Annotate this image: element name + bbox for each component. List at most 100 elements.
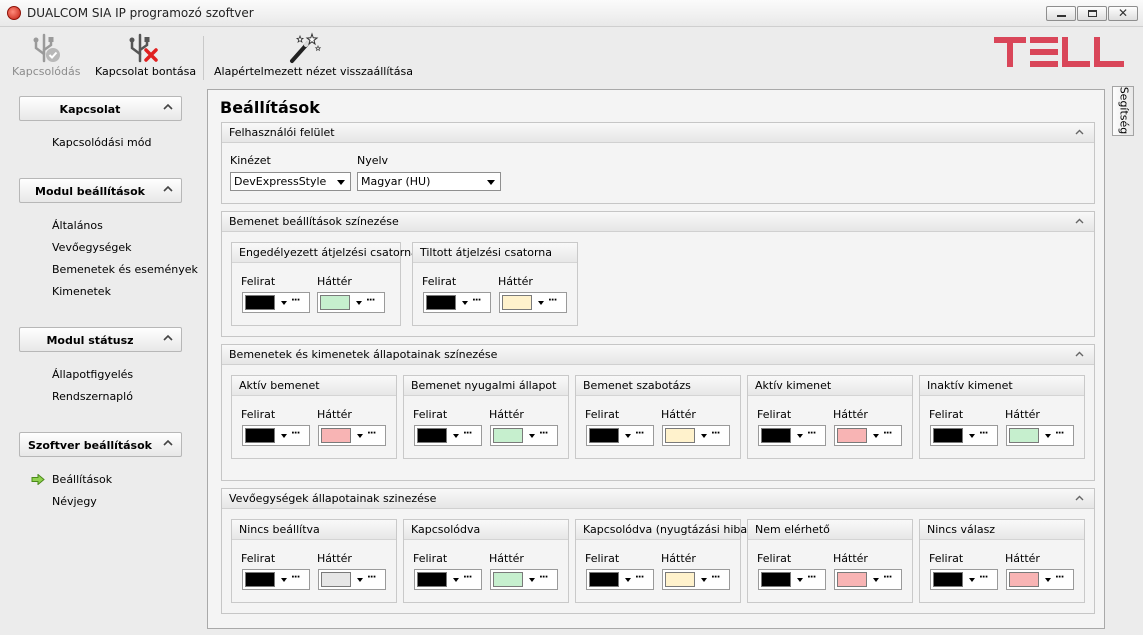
settings-panel: Beállítások Felhasználói felület Kinézet… [207,89,1105,629]
ellipsis-icon: ··· [291,572,300,583]
ellipsis-icon: ··· [979,428,988,439]
help-tab[interactable]: Segítség [1112,86,1134,136]
dropdown-arrow-icon [797,434,803,438]
dropdown-arrow-icon [625,578,631,582]
subgroup-title: Kapcsolódva (nyugtázási hiba) [583,523,752,536]
collapse-chevron-icon [1075,218,1084,224]
color-subgroup: Nincs válasz Felirat Háttér ··· ··· [919,519,1085,603]
color-swatch [493,572,523,587]
group-header[interactable]: Felhasználói felület [222,123,1094,143]
caption-label: Felirat [241,408,276,421]
ellipsis-icon: ··· [979,572,988,583]
background-label: Háttér [833,408,868,421]
skin-select[interactable]: DevExpressStyle [230,172,351,191]
caption-color-picker[interactable]: ··· [423,292,491,313]
nav-item-status-monitor[interactable]: Állapotfigyelés [52,368,133,381]
background-color-picker[interactable]: ··· [490,569,558,590]
window-title: DUALCOM SIA IP programozó szoftver [27,6,254,20]
subgroup-title: Engedélyezett átjelzési csatorna [239,246,418,259]
nav-section-module-status[interactable]: Modul státusz [19,327,182,352]
disconnect-button[interactable]: Kapcsolat bontása [95,30,197,82]
subgroup-title: Tiltott átjelzési csatorna [420,246,553,259]
ellipsis-icon: ··· [539,572,548,583]
nav-section-connection[interactable]: Kapcsolat [19,96,182,121]
subgroup-title: Aktív bemenet [239,379,320,392]
ellipsis-icon: ··· [711,428,720,439]
group-title: Bemenet beállítások színezése [229,215,399,228]
background-color-picker[interactable]: ··· [662,425,730,446]
background-color-picker[interactable]: ··· [490,425,558,446]
dropdown-arrow-icon [356,301,362,305]
color-swatch [933,572,963,587]
background-color-picker[interactable]: ··· [834,569,902,590]
color-swatch [502,295,532,310]
nav-section-software-settings[interactable]: Szoftver beállítások [19,432,182,457]
connect-button[interactable]: Kapcsolódás [12,30,82,82]
maximize-button[interactable] [1077,6,1107,21]
caption-color-picker[interactable]: ··· [242,569,310,590]
color-subgroup: Kapcsolódva (nyugtázási hiba) Felirat Hátt… [575,519,751,603]
caption-color-picker[interactable]: ··· [242,425,310,446]
collapse-chevron-icon [1075,495,1084,501]
caption-color-picker[interactable]: ··· [414,569,482,590]
color-swatch [426,295,456,310]
caption-color-picker[interactable]: ··· [414,425,482,446]
background-color-picker[interactable]: ··· [834,425,902,446]
caption-color-picker[interactable]: ··· [930,425,998,446]
language-select[interactable]: Magyar (HU) [357,172,501,191]
reset-view-button[interactable]: Alapértelmezett nézet visszaállítása [214,30,413,82]
background-color-picker[interactable]: ··· [318,569,386,590]
ellipsis-icon: ··· [367,428,376,439]
background-color-picker[interactable]: ··· [1006,569,1074,590]
group-header[interactable]: Bemenet beállítások színezése [222,212,1094,232]
nav-section-module-settings[interactable]: Modul beállítások [19,178,182,203]
background-color-picker[interactable]: ··· [318,425,386,446]
group-header[interactable]: Bemenetek és kimenetek állapotainak szín… [222,345,1094,365]
nav-item-system-log[interactable]: Rendszernapló [52,390,133,403]
minimize-icon [1057,15,1066,17]
page-title: Beállítások [220,98,320,117]
nav-item-about[interactable]: Névjegy [52,495,97,508]
background-color-picker[interactable]: ··· [317,292,385,313]
ellipsis-icon: ··· [883,572,892,583]
background-color-picker[interactable]: ··· [499,292,567,313]
caption-color-picker[interactable]: ··· [586,425,654,446]
caption-color-picker[interactable]: ··· [930,569,998,590]
background-color-picker[interactable]: ··· [1006,425,1074,446]
dropdown-arrow-icon [1045,578,1051,582]
background-color-picker[interactable]: ··· [662,569,730,590]
close-icon: ✕ [1117,6,1129,20]
color-swatch [589,572,619,587]
ellipsis-icon: ··· [539,428,548,439]
dropdown-arrow-icon [487,180,495,185]
caption-color-picker[interactable]: ··· [758,425,826,446]
background-label: Háttér [833,552,868,565]
nav-item-settings[interactable]: Beállítások [52,473,112,486]
caption-color-picker[interactable]: ··· [586,569,654,590]
nav-section-label: Modul beállítások [35,185,145,198]
nav-item-connection-mode[interactable]: Kapcsolódási mód [52,136,151,149]
dropdown-arrow-icon [538,301,544,305]
collapse-chevron-icon [1075,129,1084,135]
caption-color-picker[interactable]: ··· [242,292,310,313]
subgroup-header: Inaktív kimenet [920,376,1084,396]
caption-label: Felirat [929,552,964,565]
close-button[interactable]: ✕ [1108,6,1138,21]
color-swatch [321,572,351,587]
nav-item-outputs[interactable]: Kimenetek [52,285,111,298]
ellipsis-icon: ··· [291,295,300,306]
dropdown-arrow-icon [337,180,345,185]
dropdown-arrow-icon [969,578,975,582]
minimize-button[interactable] [1046,6,1076,21]
nav-item-inputs-events[interactable]: Bemenetek és események [52,263,198,276]
color-swatch [589,428,619,443]
nav-item-general[interactable]: Általános [52,219,103,232]
disconnect-label: Kapcsolat bontása [95,65,197,78]
caption-color-picker[interactable]: ··· [758,569,826,590]
nav-item-receivers[interactable]: Vevőegységek [52,241,132,254]
color-swatch [417,572,447,587]
color-swatch [1009,428,1039,443]
reset-view-label: Alapértelmezett nézet visszaállítása [214,65,413,78]
connect-label: Kapcsolódás [12,65,81,78]
group-header[interactable]: Vevőegységek állapotainak szinezése [222,489,1094,509]
